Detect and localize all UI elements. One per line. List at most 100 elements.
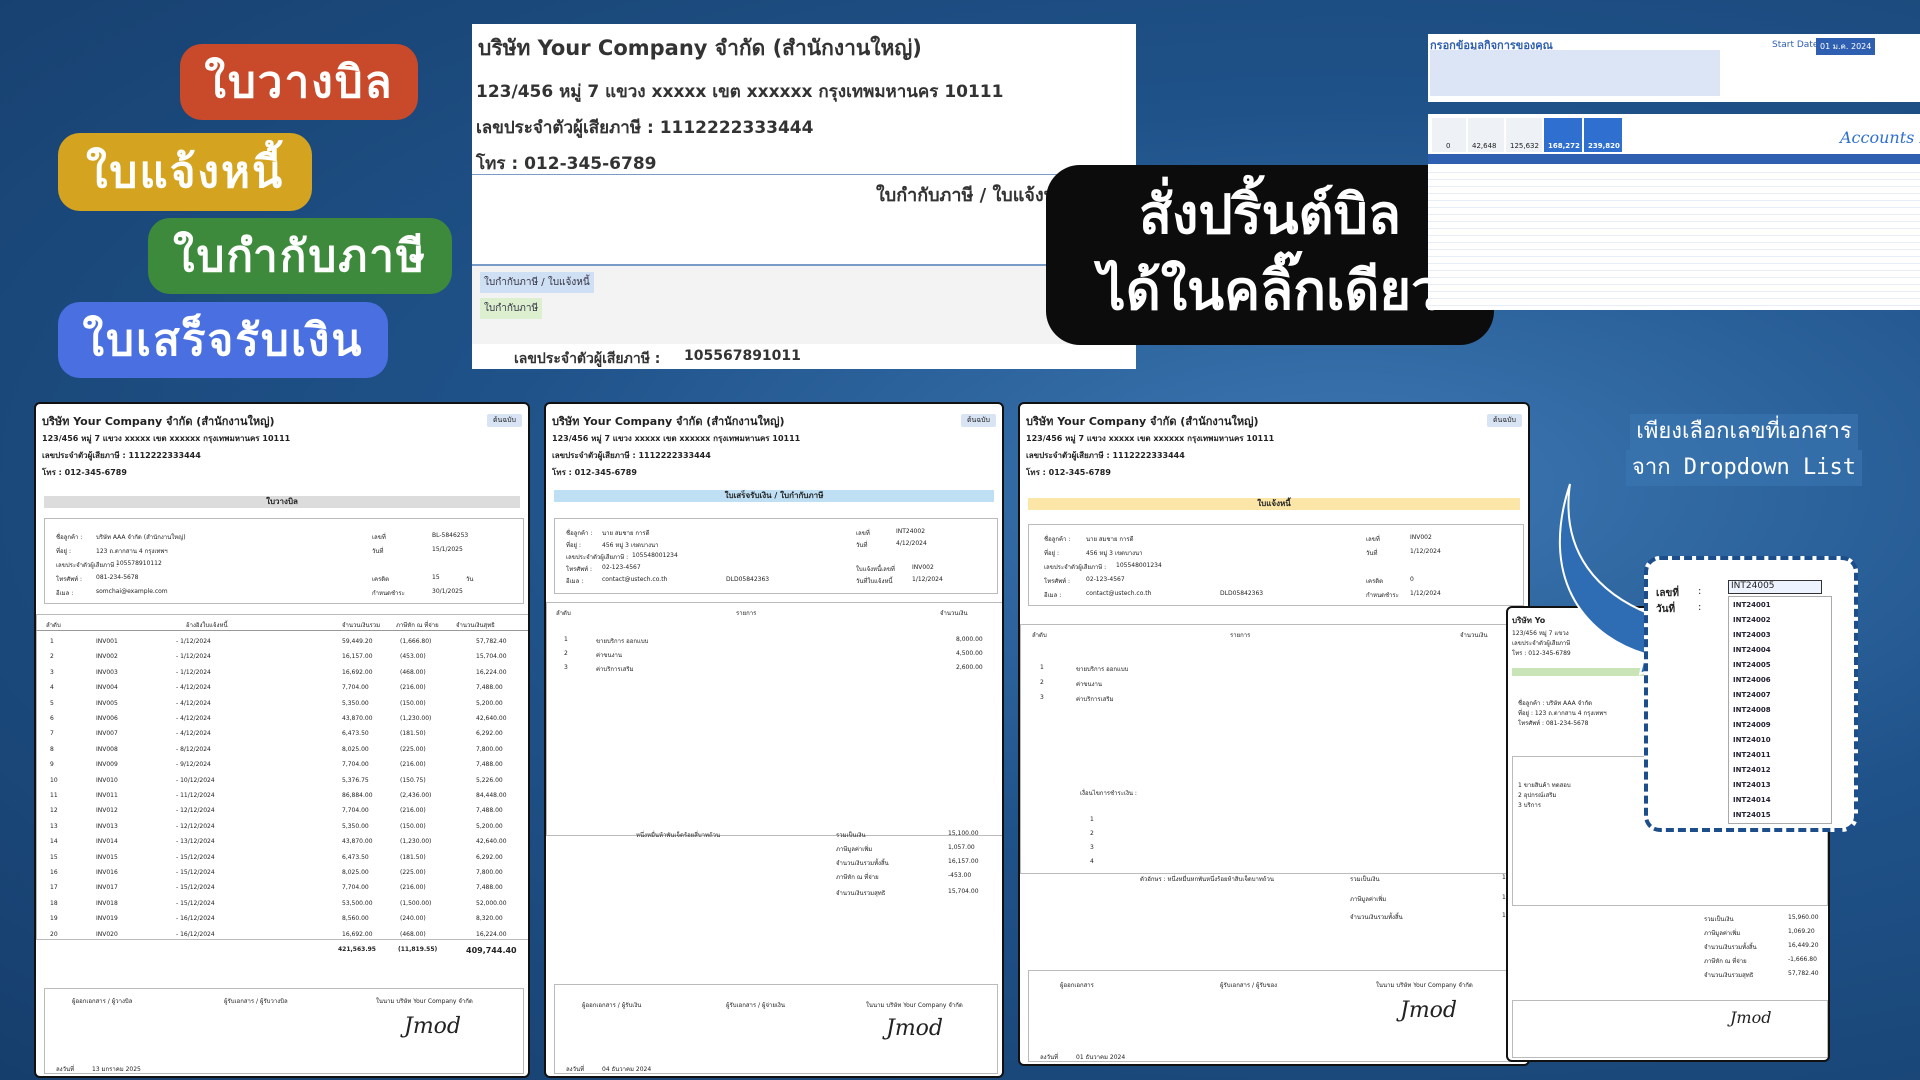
copy-type-dropdown[interactable]: ต้นฉบับ xyxy=(1487,414,1522,427)
table-row-ref: INV020 xyxy=(96,930,118,938)
table-row-ref: INV008 xyxy=(96,745,118,753)
company-phone: โทร : 012-345-6789 xyxy=(552,468,637,477)
table-row-net: 16,224.00 xyxy=(476,930,507,938)
dropdown-option[interactable]: INT24014 xyxy=(1733,796,1771,804)
dropdown-option[interactable]: INT24004 xyxy=(1733,646,1771,654)
item-desc: ค่าขนงาน xyxy=(596,652,622,659)
item-desc: ค่าบริการเสริม xyxy=(1076,696,1114,703)
table-row-ref: INV011 xyxy=(96,792,118,799)
table-row-net: 84,448.00 xyxy=(476,792,507,799)
table-row-date: - 12/12/2024 xyxy=(176,822,215,830)
table-row-no: 7 xyxy=(50,730,54,738)
table-row-date: - 11/12/2024 xyxy=(176,792,215,799)
dropdown-option[interactable]: INT24005 xyxy=(1733,661,1771,669)
item-no: 2 xyxy=(1040,679,1044,686)
table-row-no: 17 xyxy=(50,884,58,892)
selected-doc-number[interactable]: INT24005 xyxy=(1728,580,1822,594)
table-row-wht: (150.00) xyxy=(400,822,426,830)
dropdown-option[interactable]: INT24010 xyxy=(1733,736,1771,744)
dropdown-option[interactable]: INT24007 xyxy=(1733,691,1771,699)
table-row-date: - 8/12/2024 xyxy=(176,745,211,753)
start-date-value: 01 ม.ค. 2024 xyxy=(1816,38,1876,55)
label-receipt: ใบเสร็จรับเงิน xyxy=(58,302,388,378)
item-desc: ขายบริการ ออกแบบ xyxy=(1076,666,1129,673)
table-row-no: 3 xyxy=(50,668,54,676)
headline-line2: ได้ในคลิ๊กเดียว xyxy=(1098,259,1442,322)
table-row-ref: INV006 xyxy=(96,715,118,722)
copy-type-dropdown[interactable]: ต้นฉบับ xyxy=(961,414,996,427)
dropdown-option-tax-invoice-debt[interactable]: ใบกำกับภาษี / ใบแจ้งหนี้ xyxy=(480,272,594,293)
table-row-wht: (181.50) xyxy=(400,730,426,738)
doc-title-bar[interactable]: ใบเสร็จรับเงิน / ใบกำกับภาษี xyxy=(554,490,994,502)
item-amount: 8,000.00 xyxy=(956,636,983,643)
doc-number: INT24002 xyxy=(896,528,926,535)
table-row-amount: 6,473.50 xyxy=(342,730,369,738)
copy-type-dropdown[interactable]: ต้นฉบับ xyxy=(487,414,522,427)
zoom-tax-label: เลขประจำตัวผู้เสียภาษี : xyxy=(514,351,661,367)
dropdown-option[interactable]: INT24015 xyxy=(1733,811,1771,819)
table-row-wht: (1,230.00) xyxy=(400,715,432,722)
label-billing: ใบวางบิล xyxy=(180,44,418,120)
dropdown-option[interactable]: INT24001 xyxy=(1733,601,1771,609)
dropdown-option[interactable]: INT24013 xyxy=(1733,781,1771,789)
dropdown-option[interactable]: INT24003 xyxy=(1733,631,1771,639)
table-row-wht: (216.00) xyxy=(400,884,426,892)
table-row-amount: 8,560.00 xyxy=(342,915,369,923)
doc-title-bar[interactable]: ใบวางบิล xyxy=(44,496,520,508)
company-tax-id: เลขประจำตัวผู้เสียภาษี : 1112222333444 xyxy=(552,451,711,460)
item-desc: ขายบริการ ออกแบบ xyxy=(596,638,649,645)
table-row-ref: INV010 xyxy=(96,776,118,784)
dropdown-list-zoom[interactable]: เลขที่ วันที่ :: INT24005 INT24001 INT240… xyxy=(1644,556,1858,832)
table-row-wht: (181.50) xyxy=(400,853,426,861)
caption-line1: เพียงเลือกเลขที่เอกสาร xyxy=(1630,414,1858,450)
customer-email: somchai@example.com xyxy=(96,588,168,595)
dropdown-option[interactable]: INT24002 xyxy=(1733,616,1771,624)
dropdown-option[interactable]: INT24008 xyxy=(1733,706,1771,714)
table-row-no: 19 xyxy=(50,915,58,923)
table-row-amount: 7,704.00 xyxy=(342,807,369,815)
table-row-no: 16 xyxy=(50,869,58,876)
table-row-no: 4 xyxy=(50,684,54,692)
table-row-amount: 8,025.00 xyxy=(342,745,369,753)
company-tax-id: เลขประจำตัวผู้เสียภาษี : 1112222333444 xyxy=(476,118,814,138)
table-row-net: 6,292.00 xyxy=(476,853,503,861)
company-tax-id: เลขประจำตัวผู้เสียภาษี : 1112222333444 xyxy=(42,451,201,460)
dropdown-option[interactable]: INT24011 xyxy=(1733,751,1771,759)
table-row-amount: 5,350.00 xyxy=(342,699,369,707)
start-date-label: Start Date xyxy=(1772,40,1819,50)
table-row-net: 52,000.00 xyxy=(476,899,507,907)
dropdown-option-tax-invoice[interactable]: ใบกำกับภาษี xyxy=(480,298,543,319)
table-row-wht: (468.00) xyxy=(400,668,426,676)
table-row-net: 7,488.00 xyxy=(476,684,503,692)
table-row-wht: (1,230.00) xyxy=(400,838,432,846)
item-no: 1 xyxy=(1040,664,1044,671)
table-row-amount: 16,692.00 xyxy=(342,668,373,676)
company-address: 123/456 หมู่ 7 แขวง xxxxx เขต xxxxxx กรุ… xyxy=(1026,434,1275,443)
table-row-net: 5,226.00 xyxy=(476,776,503,784)
item-desc: ค่าบริการเสริม xyxy=(596,666,634,673)
table-row-ref: INV018 xyxy=(96,899,118,907)
table-row-no: 5 xyxy=(50,699,54,707)
dropdown-option[interactable]: INT24006 xyxy=(1733,676,1771,684)
spreadsheet-main: 0 42,648 125,632 168,272 239,820 Account… xyxy=(1428,114,1920,310)
doc-invoice: บริษัท Your Company จำกัด (สำนักงานใหญ่)… xyxy=(1018,402,1530,1066)
table-row-wht: (1,666.80) xyxy=(400,638,432,645)
dropdown-option[interactable]: INT24012 xyxy=(1733,766,1771,774)
table-row-ref: INV007 xyxy=(96,730,118,738)
company-name: บริษัท Your Company จำกัด (สำนักงานใหญ่) xyxy=(42,415,275,428)
dropdown-option[interactable]: INT24009 xyxy=(1733,721,1771,729)
table-row-ref: INV012 xyxy=(96,807,118,815)
table-row-wht: (2,436.00) xyxy=(400,792,432,799)
table-row-amount: 6,473.50 xyxy=(342,853,369,861)
stat-value: 42,648 xyxy=(1472,142,1497,150)
sheet-grid xyxy=(1428,166,1920,306)
table-row-net: 5,200.00 xyxy=(476,699,503,707)
doc-title-bar[interactable]: ใบแจ้งหนี้ xyxy=(1028,498,1520,510)
dropdown-options[interactable]: INT24001 INT24002 INT24003 INT24004 INT24005… xyxy=(1728,596,1832,824)
headline-line1: สั่งปริ้นต์บิล xyxy=(1139,183,1401,246)
table-row-date: - 12/12/2024 xyxy=(176,807,215,815)
table-row-wht: (240.00) xyxy=(400,915,426,923)
table-row-net: 6,292.00 xyxy=(476,730,503,738)
table-row-amount: 43,870.00 xyxy=(342,715,373,722)
title-dropdown-panel[interactable]: ใบกำกับภาษี / ใบแจ้งหนี้ ใบกำกับภาษี xyxy=(472,264,1136,344)
